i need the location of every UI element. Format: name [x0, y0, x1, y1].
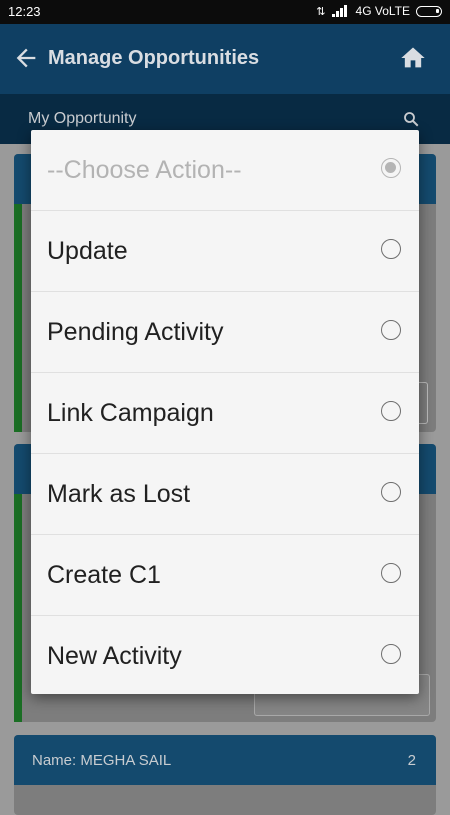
radio-icon[interactable] [381, 239, 401, 259]
option-label: Link Campaign [47, 399, 214, 427]
option-new-activity[interactable]: New Activity [31, 616, 419, 696]
option-label: Create C1 [47, 561, 161, 589]
radio-icon[interactable] [381, 401, 401, 421]
radio-icon[interactable] [381, 563, 401, 583]
radio-selected-icon[interactable] [381, 158, 401, 178]
option-label: Update [47, 237, 128, 265]
option-pending-activity[interactable]: Pending Activity [31, 292, 419, 373]
option-link-campaign[interactable]: Link Campaign [31, 373, 419, 454]
option-label: Mark as Lost [47, 480, 191, 508]
choose-action-dialog: --Choose Action-- Update Pending Activit… [31, 130, 419, 694]
option-label: Pending Activity [47, 318, 224, 346]
option-label: New Activity [47, 642, 182, 670]
radio-icon[interactable] [381, 320, 401, 340]
radio-icon[interactable] [381, 644, 401, 664]
option-mark-as-lost[interactable]: Mark as Lost [31, 454, 419, 535]
option-update[interactable]: Update [31, 211, 419, 292]
radio-icon[interactable] [381, 482, 401, 502]
option-choose-action[interactable]: --Choose Action-- [31, 130, 419, 211]
option-label: --Choose Action-- [47, 156, 242, 184]
option-create-c1[interactable]: Create C1 [31, 535, 419, 616]
